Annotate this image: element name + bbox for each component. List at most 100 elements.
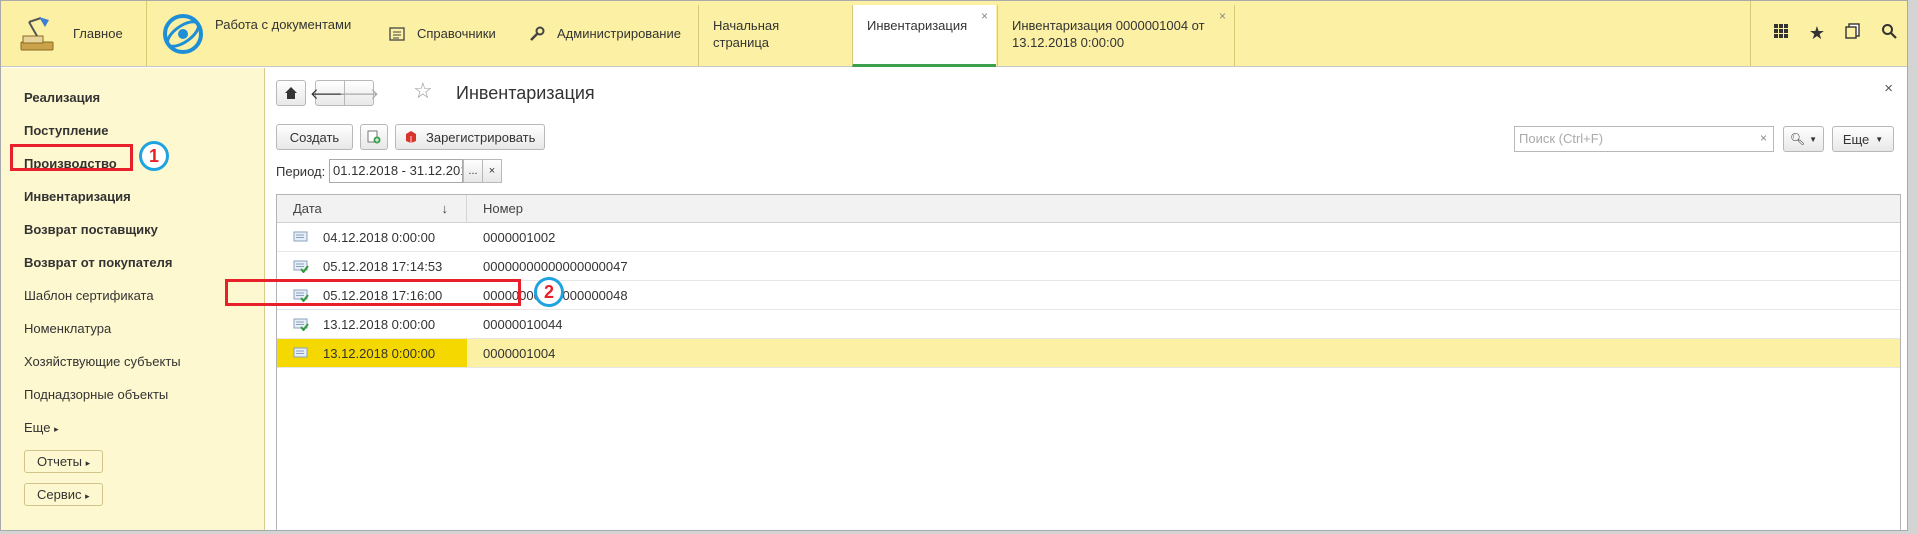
register-box-icon [406, 131, 416, 143]
sort-down-arrow-icon: ↓ [441, 201, 449, 216]
favorite-star-icon[interactable]: ☆ [413, 78, 433, 104]
section-references[interactable]: Справочники [389, 1, 496, 66]
cell-number: 00000000000000000047 [483, 258, 628, 274]
column-date-label: Дата [293, 201, 322, 216]
document-posted-icon [293, 318, 309, 332]
section-administration[interactable]: Администрирование [529, 1, 681, 66]
close-icon[interactable]: × [1219, 8, 1226, 25]
wrench-icon [530, 26, 545, 41]
sidebar-item-label: Поднадзорные объекты [24, 387, 169, 402]
tab-start-page[interactable]: Начальная страница [698, 5, 851, 66]
tab-document-label-line1: Инвентаризация 0000001004 от [1012, 18, 1205, 33]
column-number-header[interactable]: Номер [467, 195, 1900, 223]
clear-icon[interactable]: × [1760, 131, 1767, 145]
create-copy-button[interactable] [360, 124, 388, 150]
sidebar-item[interactable]: Номенклатура [1, 313, 264, 346]
service-button-label: Сервис [37, 487, 82, 502]
home-button[interactable] [276, 80, 306, 106]
triangle-right-icon: ▸ [85, 491, 90, 501]
dropdown-arrow-icon: ▼ [1875, 134, 1884, 144]
tab-document-label-line2: 13.12.2018 0:00:00 [1012, 35, 1125, 50]
sidebar-item-label: Реализация [24, 90, 101, 105]
forward-button[interactable]: 🡒 [339, 80, 379, 106]
cell-date-text: 04.12.2018 0:00:00 [323, 229, 436, 245]
search-placeholder: Поиск (Ctrl+F) [1519, 131, 1604, 146]
window-shadow [1908, 0, 1918, 534]
cell-number: 0000001004 [483, 345, 556, 361]
section-main[interactable]: Главное [1, 1, 147, 66]
grid-menu-icon[interactable] [1763, 23, 1799, 44]
arrow-right-icon: 🡒 [338, 85, 380, 103]
favorites-star-icon[interactable]: ★ [1799, 23, 1835, 44]
sidebar-item-label: Шаблон сертификата [24, 288, 154, 303]
sidebar-item-label: Поступление [24, 123, 109, 138]
section-documents-label: Работа с документами [215, 17, 352, 32]
cell-date: 13.12.2018 0:00:00 [277, 339, 467, 367]
table-row[interactable]: 04.12.2018 0:00:00 0000001002 [277, 223, 1900, 252]
cell-date-text: 05.12.2018 17:14:53 [323, 258, 443, 274]
cell-date: 04.12.2018 0:00:00 [277, 223, 467, 251]
sidebar-more-label: Еще [24, 420, 51, 435]
annotation-marker-2: 2 [534, 277, 564, 307]
tab-inventory-label: Инвентаризация [867, 18, 968, 33]
annotation-marker-1: 1 [139, 141, 169, 171]
close-icon[interactable]: × [1884, 80, 1893, 97]
search-options-button[interactable]: 🔍︎ ▼ [1783, 126, 1824, 152]
table-row[interactable]: 13.12.2018 0:00:00 0000001004 [277, 339, 1900, 368]
sections-panel: Главное Работа с документами Справочники… [1, 1, 1907, 67]
copy-add-icon [367, 130, 381, 144]
tab-inventory[interactable]: Инвентаризация × [852, 5, 996, 67]
cell-date: 05.12.2018 17:14:53 [277, 252, 467, 280]
table-row[interactable]: 13.12.2018 0:00:00 00000010044 [277, 310, 1900, 339]
sidebar-item[interactable]: Реализация [1, 82, 264, 115]
register-button-label: Зарегистрировать [426, 129, 536, 145]
sidebar-item-label: Номенклатура [24, 321, 112, 336]
sidebar-item-label: Возврат от покупателя [24, 255, 173, 270]
column-date-header[interactable]: Дата ↓ [277, 195, 467, 223]
desk-lamp-icon [20, 16, 54, 50]
dropdown-arrow-icon: ▼ [1809, 134, 1818, 144]
search-icon[interactable] [1871, 23, 1907, 44]
cell-date-text: 13.12.2018 0:00:00 [323, 345, 436, 361]
sidebar-more[interactable]: Еще ▸ [1, 412, 264, 445]
table-row[interactable]: 05.12.2018 17:14:53 00000000000000000047 [277, 252, 1900, 281]
clear-icon: × [488, 165, 496, 177]
reports-button[interactable]: Отчеты ▸ [24, 450, 104, 473]
document-icon [293, 231, 309, 244]
table-header: Дата ↓ Номер [277, 195, 1900, 223]
column-number-label: Номер [483, 201, 524, 216]
create-button-label: Создать [289, 129, 340, 145]
create-button[interactable]: Создать [276, 124, 353, 150]
document-icon [293, 347, 309, 360]
period-clear-button[interactable]: × [482, 159, 502, 183]
more-button-label: Еще [1842, 131, 1870, 147]
section-main-label: Главное [73, 26, 123, 41]
sidebar-item[interactable]: Инвентаризация [1, 181, 264, 214]
sidebar-item[interactable]: Возврат поставщику [1, 214, 264, 247]
sidebar-item-label: Инвентаризация [24, 189, 131, 204]
page-title: Инвентаризация [456, 83, 595, 103]
top-toolbar: ★ [1750, 1, 1907, 66]
section-documents[interactable]: Работа с документами [155, 1, 351, 66]
period-field[interactable]: 01.12.2018 - 31.12.201 [329, 159, 463, 183]
list-icon [389, 26, 405, 41]
tab-start-page-label: Начальная страница [713, 18, 780, 50]
history-icon[interactable] [1835, 23, 1871, 44]
section-references-label: Справочники [417, 26, 496, 41]
sidebar-item[interactable]: Хозяйствующие субъекты [1, 346, 264, 379]
app-window: Главное Работа с документами Справочники… [0, 0, 1908, 531]
reports-button-label: Отчеты [37, 454, 82, 469]
close-icon[interactable]: × [981, 8, 988, 25]
register-button[interactable]: Зарегистрировать [395, 124, 545, 150]
search-input[interactable]: Поиск (Ctrl+F) × [1514, 126, 1774, 152]
service-button[interactable]: Сервис ▸ [24, 483, 103, 506]
home-icon [285, 87, 297, 99]
triangle-right-icon: ▸ [54, 424, 59, 434]
sidebar-item[interactable]: Поднадзорные объекты [1, 379, 264, 412]
triangle-right-icon: ▸ [85, 458, 91, 468]
period-select-button[interactable]: ... [463, 159, 483, 183]
tab-inventory-document[interactable]: Инвентаризация 0000001004 от 13.12.2018 … [997, 5, 1235, 66]
documents-table: Дата ↓ Номер 04.12.2018 0:00:00 000000100… [276, 194, 1901, 530]
more-button[interactable]: Еще ▼ [1832, 126, 1894, 152]
sidebar-item[interactable]: Возврат от покупателя [1, 247, 264, 280]
